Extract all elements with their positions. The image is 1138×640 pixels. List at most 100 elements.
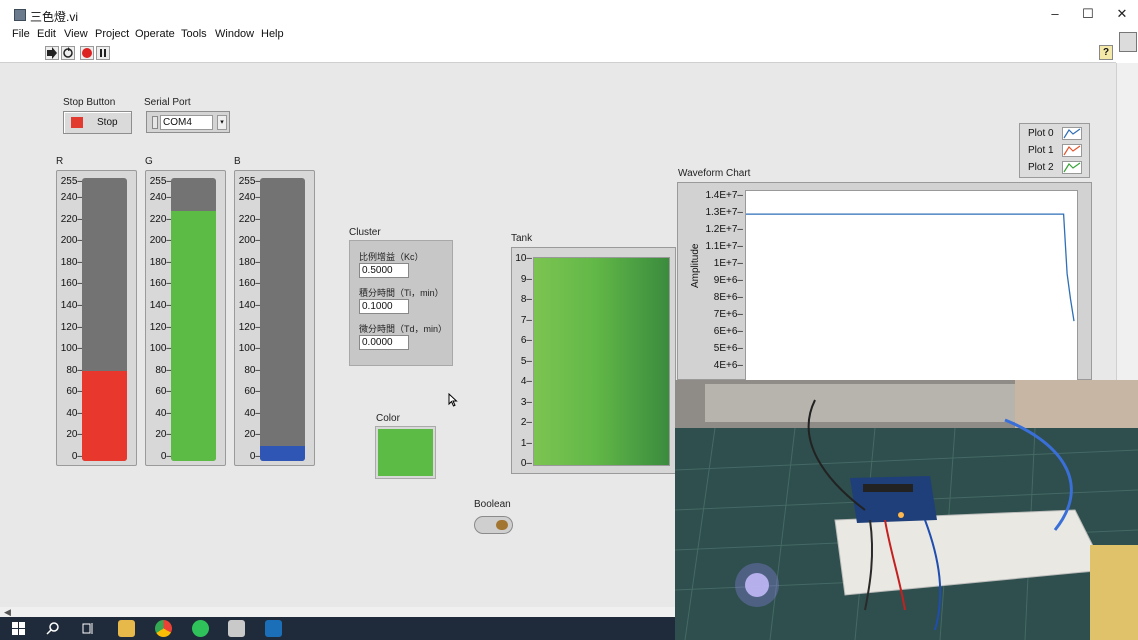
- file-explorer-icon[interactable]: [118, 620, 135, 637]
- menu-tools[interactable]: Tools: [181, 28, 207, 41]
- scale-tick-label: 160–: [149, 278, 172, 290]
- taskbar: [0, 617, 675, 640]
- mouse-cursor-icon: [448, 393, 458, 407]
- tank-tick-label: 4–: [520, 376, 532, 387]
- line-app-icon[interactable]: [192, 620, 209, 637]
- plot-svg: [746, 213, 1075, 322]
- webcam-overlay-photo: [675, 380, 1138, 640]
- scale-tick-label: 40–: [244, 407, 261, 419]
- tank-caption: Tank: [511, 233, 533, 244]
- scale-tick-label: 40–: [155, 407, 172, 419]
- slider-r-track[interactable]: [82, 178, 127, 461]
- chrome-icon[interactable]: [155, 620, 172, 637]
- legend-label: Plot 2: [1028, 162, 1054, 173]
- scale-tick-label: 140–: [60, 300, 83, 312]
- run-continuously-icon[interactable]: [61, 46, 75, 60]
- minimize-button[interactable]: –: [1038, 2, 1072, 26]
- scroll-left-icon[interactable]: ◀: [4, 607, 11, 617]
- boolean-switch[interactable]: [474, 516, 513, 534]
- plot-legend: Plot 0 Plot 1 Plot 2: [1019, 123, 1090, 178]
- waveform-chart: 1.4E+7– 1.3E+7– 1.2E+7– 1.1E+7– 1E+7– 9E+6– 8E…: [677, 182, 1092, 381]
- maximize-button[interactable]: ☐: [1071, 2, 1105, 26]
- labview-app-icon[interactable]: [265, 620, 282, 637]
- menu-window[interactable]: Window: [215, 28, 254, 41]
- scale-tick-label: 255–: [149, 176, 172, 187]
- td-field[interactable]: 0.0000: [359, 335, 409, 350]
- horizontal-scrollbar[interactable]: ◀: [0, 607, 675, 617]
- ti-field[interactable]: 0.1000: [359, 299, 409, 314]
- slider-b[interactable]: 255– 240– 220– 200– 180– 160– 140– 120– 100– 80– 6…: [234, 170, 315, 466]
- scale-tick-label: 200–: [238, 235, 261, 247]
- chart-title: Waveform Chart: [678, 168, 751, 179]
- task-view-icon[interactable]: [80, 620, 97, 637]
- serial-port-control[interactable]: COM4 ▾: [146, 111, 230, 133]
- labview-taskbar-icon[interactable]: [228, 620, 245, 637]
- menu-help[interactable]: Help: [261, 28, 284, 41]
- dropdown-arrow-icon[interactable]: ▾: [217, 115, 227, 130]
- vi-connector-icon[interactable]: [1119, 32, 1137, 52]
- scale-tick-label: 255–: [238, 176, 261, 187]
- visa-resource-icon: [152, 116, 158, 129]
- pause-icon[interactable]: [96, 46, 110, 60]
- stop-button-label: Stop: [97, 117, 118, 128]
- slider-r[interactable]: 255– 240– 220– 200– 180– 160– 140– 120– 100– 80– 6…: [56, 170, 137, 466]
- scale-tick-label: 220–: [238, 213, 261, 225]
- menu-view[interactable]: View: [64, 28, 88, 41]
- scale-tick-label: 140–: [238, 300, 261, 312]
- kc-field[interactable]: 0.5000: [359, 263, 409, 278]
- slider-b-track[interactable]: [260, 178, 305, 461]
- scale-tick-label: 80–: [244, 364, 261, 376]
- y-tick-label: 5E+6–: [713, 343, 743, 354]
- serial-port-value[interactable]: COM4: [160, 115, 213, 130]
- scale-tick-label: 40–: [66, 407, 83, 419]
- color-caption: Color: [376, 413, 400, 424]
- abort-icon[interactable]: [80, 46, 94, 60]
- boolean-knob-icon: [496, 520, 508, 530]
- tank-tick-label: 8–: [520, 294, 532, 305]
- slider-b-scale: 255– 240– 220– 200– 180– 160– 140– 120– 100– 80– 6…: [235, 171, 261, 465]
- windows-start-icon[interactable]: [10, 620, 27, 637]
- tank-tick-label: 9–: [520, 273, 532, 285]
- slider-g[interactable]: 255– 240– 220– 200– 180– 160– 140– 120– 100– 80– 6…: [145, 170, 226, 466]
- plot-2-line-icon: [1062, 161, 1082, 174]
- y-tick-label: 7E+6–: [713, 309, 743, 321]
- scale-tick-label: 80–: [155, 364, 172, 376]
- scale-tick-label: 200–: [149, 235, 172, 247]
- waveform-series-line: [746, 213, 1075, 322]
- scale-tick-label: 80–: [66, 364, 83, 376]
- title-bar: 三色燈.vi – ☐ ✕: [0, 0, 1138, 28]
- vertical-scrollbar[interactable]: [1116, 63, 1138, 380]
- context-help-button[interactable]: ?: [1099, 45, 1113, 60]
- scale-tick-label: 160–: [60, 278, 83, 290]
- scale-tick-label: 60–: [155, 386, 172, 398]
- tank-tick-label: 3–: [520, 396, 532, 408]
- y-tick-label: 1.4E+7–: [705, 190, 743, 202]
- menu-edit[interactable]: Edit: [37, 28, 56, 41]
- slider-g-track[interactable]: [171, 178, 216, 461]
- ti-label: 積分時間（Ti，min）: [359, 288, 444, 298]
- legend-label: Plot 0: [1028, 128, 1054, 139]
- scale-tick-label: 220–: [149, 213, 172, 225]
- run-arrow-icon[interactable]: [45, 46, 59, 60]
- y-tick-label: 1.3E+7–: [705, 207, 743, 219]
- window-title: 三色燈.vi: [30, 10, 79, 24]
- menu-project[interactable]: Project: [95, 28, 129, 41]
- plot-area: [745, 190, 1078, 381]
- menu-file[interactable]: File: [12, 28, 30, 41]
- kc-label: 比例增益（Kc）: [359, 252, 424, 262]
- tank-tick-label: 2–: [520, 417, 532, 428]
- scale-tick-label: 20–: [244, 429, 261, 441]
- search-icon[interactable]: [45, 620, 62, 637]
- scale-tick-label: 120–: [149, 321, 172, 333]
- menu-operate[interactable]: Operate: [135, 28, 175, 41]
- stop-button[interactable]: Stop: [63, 111, 132, 134]
- close-button[interactable]: ✕: [1105, 2, 1138, 26]
- scale-tick-label: 240–: [60, 192, 83, 204]
- scale-tick-label: 180–: [238, 256, 261, 268]
- tank-tick-label: 5–: [520, 355, 532, 367]
- y-tick-label: 1E+7–: [713, 258, 743, 270]
- boolean-caption: Boolean: [474, 499, 511, 510]
- scale-tick-label: 140–: [149, 300, 172, 312]
- tank-tick-label: 10–: [515, 253, 532, 264]
- scale-tick-label: 180–: [60, 256, 83, 268]
